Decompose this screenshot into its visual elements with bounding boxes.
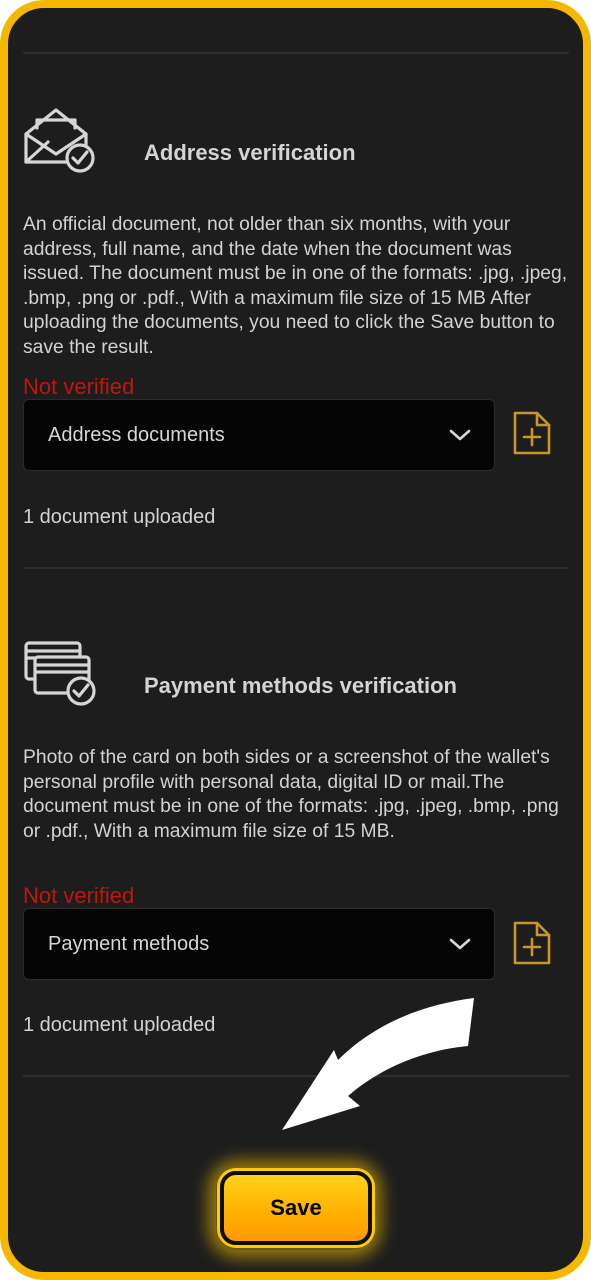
section-title: Address verification (144, 140, 356, 165)
phone-frame: Address verification An official documen… (0, 0, 591, 1280)
add-file-icon[interactable] (511, 410, 553, 456)
chevron-down-icon (449, 938, 471, 950)
select-value: Address documents (48, 424, 225, 446)
address-documents-select[interactable]: Address documents (23, 399, 495, 471)
verification-status: Not verified (23, 883, 135, 908)
verification-status: Not verified (23, 374, 135, 399)
cards-check-icon (24, 641, 96, 706)
save-button[interactable]: Save (220, 1171, 372, 1245)
uploaded-count: 1 document uploaded (23, 506, 216, 528)
select-value: Payment methods (48, 933, 210, 955)
payment-methods-select[interactable]: Payment methods (23, 908, 495, 980)
uploaded-count: 1 document uploaded (23, 1014, 216, 1036)
divider (23, 567, 569, 569)
section-description: An official document, not older than six… (23, 214, 568, 358)
section-description: Photo of the card on both sides or a scr… (23, 747, 559, 842)
chevron-down-icon (449, 429, 471, 441)
add-file-icon[interactable] (511, 920, 553, 966)
divider (23, 52, 569, 54)
envelope-check-icon (24, 108, 95, 173)
curved-arrow-icon (282, 998, 474, 1130)
section-title: Payment methods verification (144, 673, 457, 698)
